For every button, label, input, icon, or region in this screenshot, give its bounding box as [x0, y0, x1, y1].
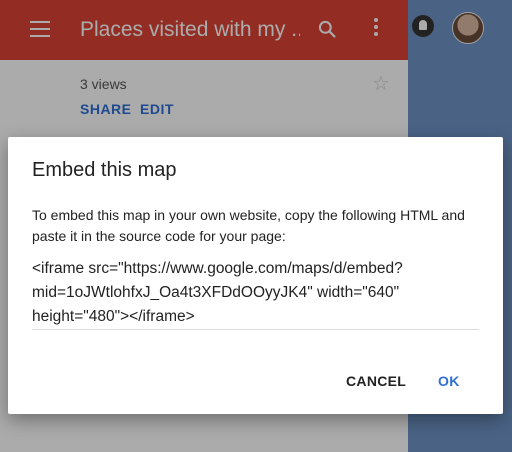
dialog-title: Embed this map: [32, 159, 177, 181]
ok-button[interactable]: OK: [438, 373, 460, 389]
dialog-description: To embed this map in your own website, c…: [32, 207, 465, 244]
cancel-button[interactable]: CANCEL: [346, 373, 406, 389]
embed-code-field[interactable]: <iframe src="https://www.google.com/maps…: [32, 257, 479, 330]
embed-dialog: Embed this map To embed this map in your…: [8, 137, 503, 414]
